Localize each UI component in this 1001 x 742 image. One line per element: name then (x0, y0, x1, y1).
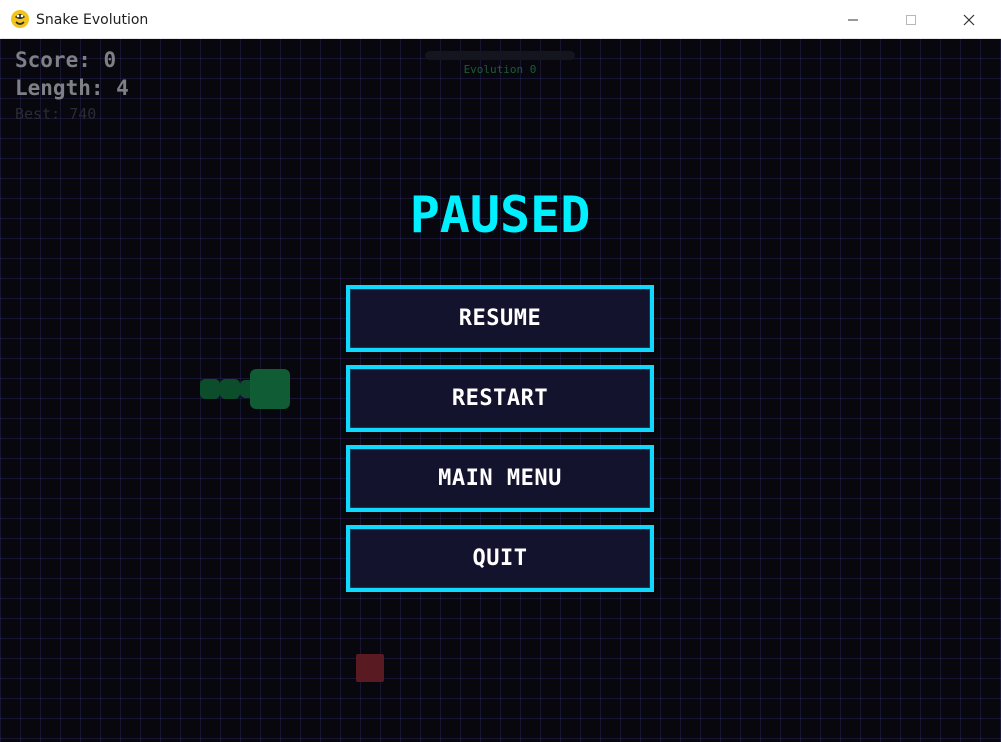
restart-button-label: RESTART (451, 386, 549, 411)
evolution-progress-bar (425, 51, 575, 60)
snake-body-segment (220, 379, 240, 399)
close-button[interactable] (940, 0, 998, 39)
title-bar[interactable]: Snake Evolution (0, 0, 1001, 39)
main-menu-button[interactable]: MAIN MENU (346, 445, 654, 512)
maximize-icon (906, 14, 916, 25)
game-window: Snake Evolution Score: 0 Length: 4 Best:… (0, 0, 1001, 742)
close-icon (963, 14, 975, 25)
main-menu-button-label: MAIN MENU (438, 466, 562, 491)
quit-button-label: QUIT (472, 546, 528, 571)
paused-title: PAUSED (409, 186, 591, 244)
maximize-button[interactable] (882, 0, 940, 39)
quit-button[interactable]: QUIT (346, 525, 654, 592)
minimize-icon (848, 19, 858, 20)
resume-button-label: RESUME (458, 306, 542, 331)
restart-button[interactable]: RESTART (346, 365, 654, 432)
score-label: Score: 0 (15, 48, 117, 72)
snake-body-segment (200, 379, 220, 399)
best-score-label: Best: 740 (15, 105, 97, 123)
evolution-label: Evolution 0 (463, 63, 537, 76)
game-canvas[interactable]: Score: 0 Length: 4 Best: 740 Evolution 0… (0, 39, 1001, 742)
minimize-button[interactable] (824, 0, 882, 39)
length-label: Length: 4 (15, 76, 129, 100)
window-title: Snake Evolution (36, 12, 149, 28)
resume-button[interactable]: RESUME (346, 285, 654, 352)
food-item (356, 654, 384, 682)
python-snake-icon (11, 10, 29, 28)
snake-head (250, 369, 290, 409)
